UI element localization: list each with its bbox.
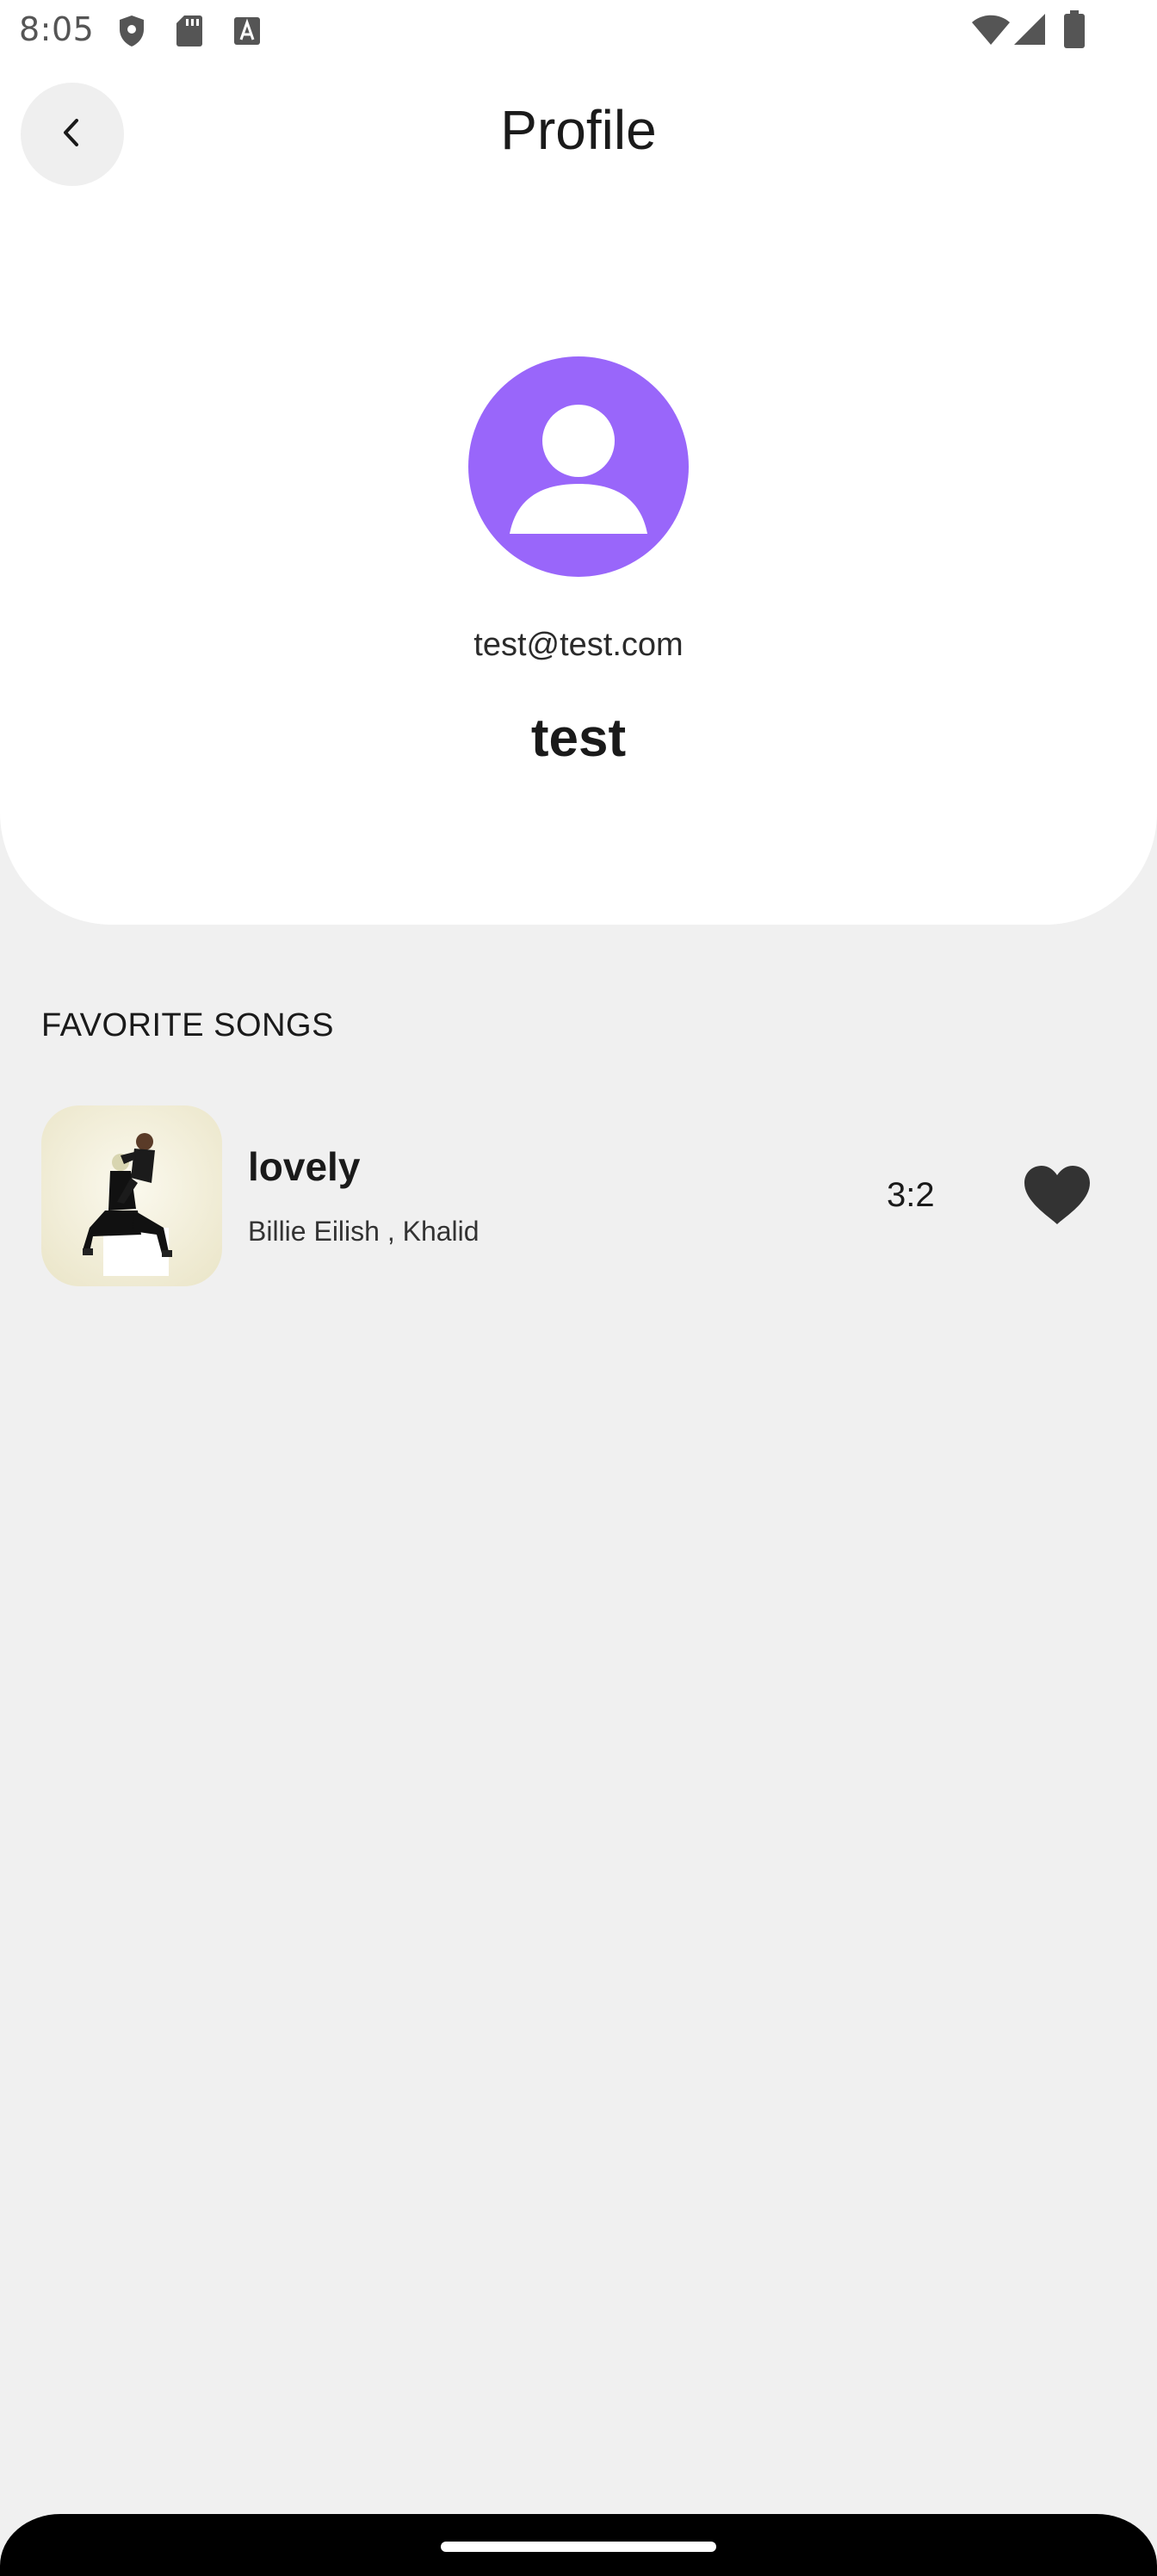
signal-icon — [1012, 12, 1047, 50]
sd-card-icon — [176, 14, 203, 52]
heart-icon — [1023, 1166, 1092, 1231]
song-row[interactable]: lovely Billie Eilish , Khalid 3:2 — [41, 1105, 1116, 1286]
song-duration: 3:2 — [887, 1176, 935, 1214]
song-artist: Billie Eilish , Khalid — [248, 1216, 480, 1247]
profile-screen: 8:05 Profile test@test.com test FAVORITE… — [0, 0, 1157, 2576]
album-art — [41, 1105, 222, 1286]
page-title: Profile — [500, 99, 657, 161]
battery-icon — [1064, 10, 1085, 52]
home-indicator[interactable] — [441, 2542, 716, 2552]
avatar — [468, 356, 689, 577]
favorite-songs-heading: FAVORITE SONGS — [41, 1007, 334, 1043]
user-name: test — [530, 709, 627, 768]
favorite-button[interactable] — [1023, 1164, 1092, 1228]
font-icon — [232, 14, 262, 52]
shield-icon — [117, 14, 146, 52]
song-title: lovely — [248, 1144, 361, 1189]
user-email: test@test.com — [473, 627, 684, 663]
status-bar: 8:05 — [0, 0, 1157, 62]
status-time: 8:05 — [19, 10, 95, 48]
wifi-icon — [971, 12, 1011, 50]
